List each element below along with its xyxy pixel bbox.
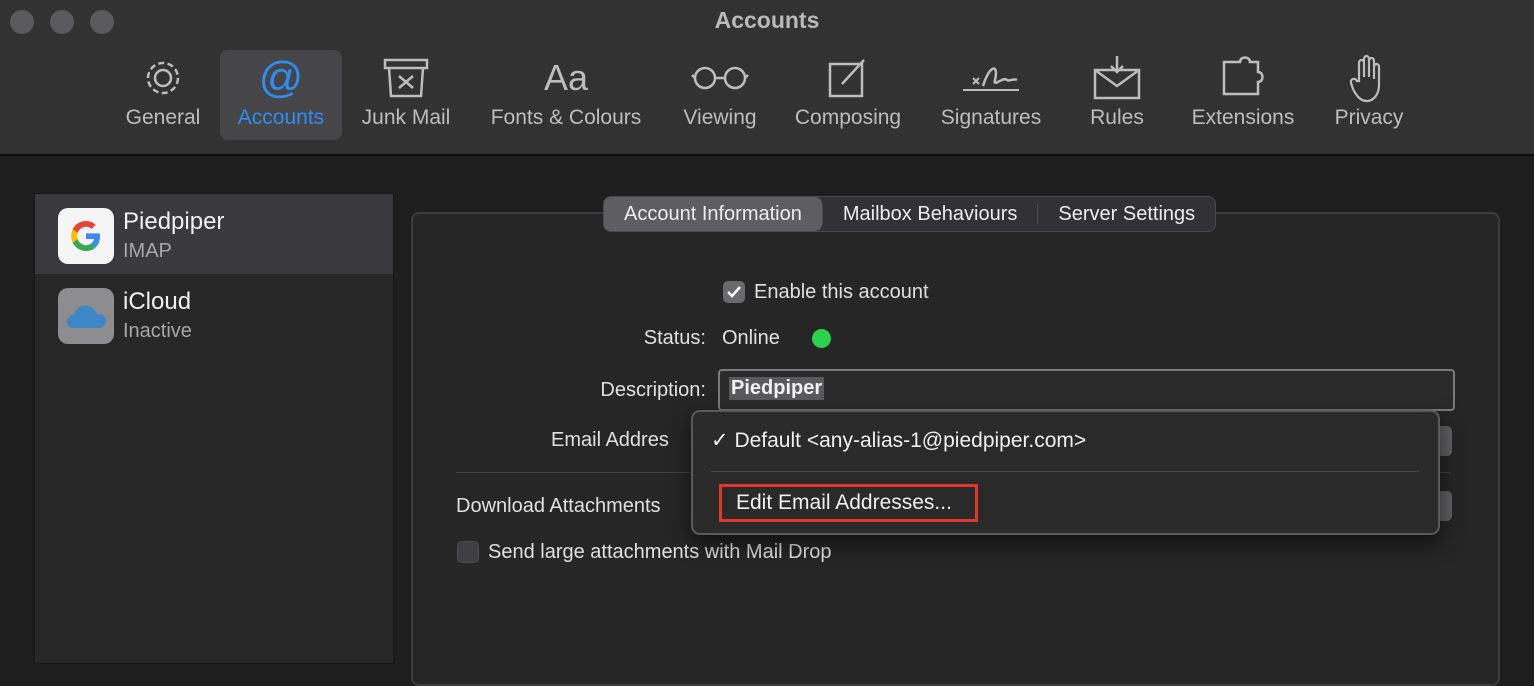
toolbar-accounts[interactable]: @ Accounts [220,50,342,140]
rules-envelope-icon [1091,50,1143,106]
menu-item-edit-email-addresses[interactable]: Edit Email Addresses... [719,484,978,522]
at-sign-icon: @ [258,53,304,102]
icloud-icon [58,288,114,344]
toolbar-label: Accounts [237,106,325,129]
toolbar-label: Rules [1090,106,1144,129]
description-label: Description: [600,379,706,401]
tab-server-settings[interactable]: Server Settings [1038,197,1215,231]
puzzle-icon [1218,50,1268,106]
description-value: Piedpiper [729,377,825,400]
toolbar-label: Privacy [1334,106,1404,129]
toolbar-privacy[interactable]: Privacy [1326,50,1412,140]
toolbar-fonts-colours[interactable]: Aa Fonts & Colours [480,50,652,140]
gear-icon [141,50,185,106]
accounts-sidebar: Piedpiper IMAP iCloud Inactive [34,193,394,664]
toolbar-label: Signatures [940,106,1042,129]
account-type: IMAP [123,240,172,262]
checkmark-icon [727,286,741,298]
download-attachments-label: Download Attachments [456,495,661,517]
toolbar-general[interactable]: General [118,50,208,140]
signature-icon [959,50,1023,106]
compose-icon [826,50,870,106]
toolbar-label: Composing [794,106,902,129]
toolbar-viewing[interactable]: Viewing [676,50,764,140]
tab-account-information[interactable]: Account Information [604,197,822,231]
status-value: Online [722,327,780,349]
junk-bin-icon [381,50,431,106]
description-field[interactable]: Piedpiper [718,369,1455,411]
toolbar-label: Extensions [1191,106,1295,129]
account-item-piedpiper[interactable]: Piedpiper IMAP [35,194,393,274]
email-address-menu: ✓ Default <any-alias-1@piedpiper.com> Ed… [691,410,1440,535]
settings-tabs: Account Information Mailbox Behaviours S… [603,196,1217,232]
toolbar-label: General [125,106,201,129]
menu-item-label: Edit Email Addresses... [736,491,952,514]
enable-account-checkbox[interactable] [723,281,745,303]
account-name: iCloud [123,288,192,315]
toolbar: Accounts General @ Accounts Junk Mail Aa… [0,0,1534,156]
toolbar-signatures[interactable]: Signatures [932,50,1050,140]
toolbar-label: Viewing [683,106,757,129]
toolbar-junk-mail[interactable]: Junk Mail [352,50,460,140]
toolbar-label: Junk Mail [361,106,451,129]
mail-drop-checkbox[interactable] [457,541,479,563]
email-address-label: Email Addres [551,429,669,451]
toolbar-label: Fonts & Colours [490,106,642,129]
account-item-icloud[interactable]: iCloud Inactive [35,274,393,354]
checkmark-icon: ✓ [711,429,729,452]
hand-icon [1349,50,1389,106]
mail-drop-label: Send large attachments with Mail Drop [488,541,832,563]
menu-separator [711,471,1419,472]
glasses-icon [690,50,750,106]
google-icon [58,208,114,264]
window-title: Accounts [714,7,820,33]
toolbar-extensions[interactable]: Extensions [1184,50,1302,140]
status-online-indicator [812,329,831,348]
account-name: Piedpiper [123,208,225,235]
account-status: Inactive [123,320,192,342]
tab-mailbox-behaviours[interactable]: Mailbox Behaviours [823,197,1038,231]
toolbar-rules[interactable]: Rules [1082,50,1152,140]
enable-account-label: Enable this account [754,281,929,303]
menu-item-default-address[interactable]: ✓ Default <any-alias-1@piedpiper.com> [711,428,1086,453]
toolbar-composing[interactable]: Composing [786,50,910,140]
status-label: Status: [643,327,706,349]
menu-item-label: Default <any-alias-1@piedpiper.com> [734,429,1087,452]
font-aa-icon: Aa [543,57,589,98]
